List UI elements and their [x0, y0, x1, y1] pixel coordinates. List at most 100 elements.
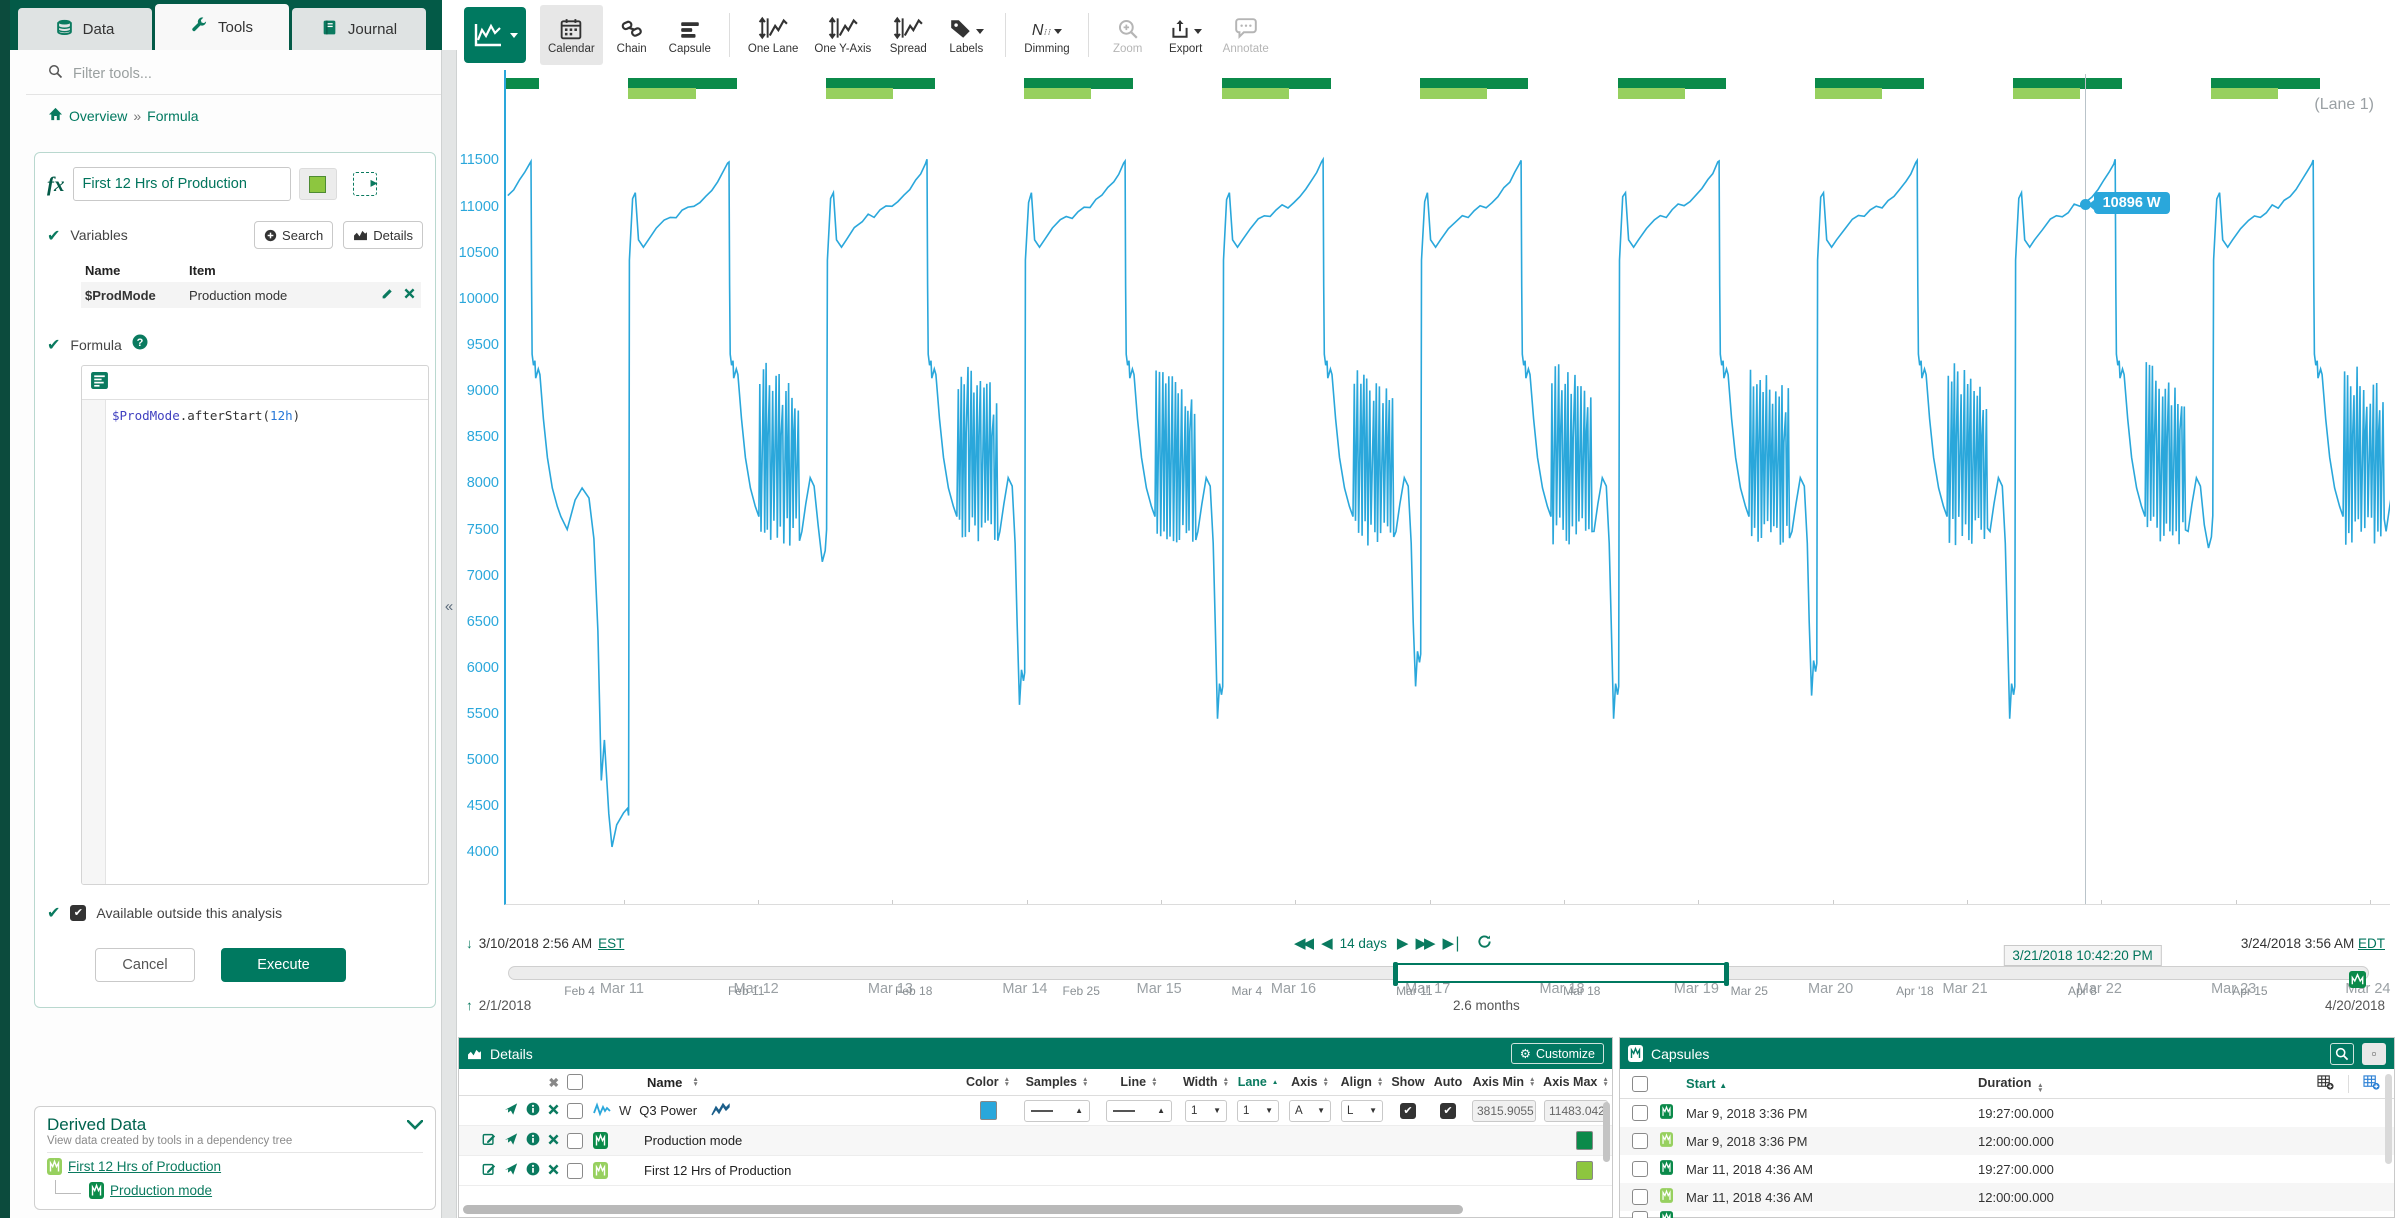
range-slider-track[interactable]: [508, 966, 2369, 980]
info-icon[interactable]: [526, 1132, 540, 1149]
toolbar-export-button[interactable]: Export: [1157, 5, 1215, 65]
samples-dropdown[interactable]: ▲: [1016, 1100, 1098, 1122]
details-col-axis-max[interactable]: Axis Max▲▼: [1540, 1075, 1612, 1089]
capsule-checkbox[interactable]: [1632, 1189, 1648, 1205]
details-col-lane[interactable]: Lane▲: [1232, 1075, 1284, 1089]
item-name[interactable]: Production mode: [587, 1132, 1556, 1149]
variables-search-button[interactable]: Search: [254, 221, 333, 249]
tab-journal[interactable]: Journal: [292, 8, 426, 50]
remove-item-icon[interactable]: [548, 1133, 559, 1148]
axis-select[interactable]: A▼: [1284, 1100, 1336, 1122]
end-timezone-link[interactable]: EDT: [2358, 936, 2385, 951]
color-swatch-button[interactable]: [299, 168, 337, 200]
auto-checkbox[interactable]: ✔: [1428, 1103, 1468, 1119]
formula-name-input[interactable]: [73, 167, 291, 201]
chart-area[interactable]: 1150011000105001000095009000850080007500…: [458, 70, 2395, 905]
capsules-vscrollbar[interactable]: [2385, 1074, 2392, 1164]
toolbar-labels-button[interactable]: Labels: [937, 5, 995, 65]
capsules-col-duration[interactable]: Duration ▲▼: [1978, 1075, 2238, 1093]
capsule-checkbox[interactable]: [1632, 1133, 1648, 1149]
tab-tools[interactable]: Tools: [155, 4, 289, 50]
line-dropdown[interactable]: ▲: [1098, 1100, 1180, 1122]
toolbar-one-lane-button[interactable]: One Lane: [740, 5, 807, 65]
display-range-start[interactable]: 3/10/2018 2:56 AM: [479, 936, 592, 951]
edit-variable-icon[interactable]: [381, 287, 394, 303]
axis-max-input[interactable]: 11483.042: [1540, 1100, 1612, 1122]
selection-right-handle[interactable]: [1724, 962, 1729, 986]
color-cell[interactable]: [1556, 1161, 1612, 1180]
capsules-col-start[interactable]: Start ▲: [1686, 1076, 1978, 1091]
add-column-icon[interactable]: [2317, 1075, 2349, 1093]
plot-region[interactable]: 10896 W (Lane 1): [504, 70, 2390, 905]
toolbar-calendar-button[interactable]: Calendar: [540, 5, 603, 65]
capsule-row[interactable]: Mar 11, 2018 4:36 AM19:27:00.000: [1620, 1155, 2394, 1183]
lane-select[interactable]: 1▼: [1232, 1100, 1284, 1122]
display-range-end[interactable]: 3/24/2018 3:56 AM: [2241, 936, 2354, 951]
info-icon[interactable]: [526, 1162, 540, 1179]
remove-variable-icon[interactable]: [404, 287, 415, 303]
axis-min-input[interactable]: 3815.9055: [1468, 1100, 1540, 1122]
cancel-button[interactable]: Cancel: [95, 948, 195, 982]
capsule-row[interactable]: Mar 11, 2018 4:36 AM12:00:00.000: [1620, 1183, 2394, 1211]
formula-editor[interactable]: $ProdMode.afterStart(12h): [81, 365, 429, 885]
toolbar-annotate-button[interactable]: Annotate: [1215, 5, 1277, 65]
width-select[interactable]: 1▼: [1180, 1100, 1232, 1122]
filter-tools-input[interactable]: [73, 66, 373, 82]
investigate-range-start[interactable]: 2/1/2018: [479, 998, 532, 1013]
help-icon[interactable]: ?: [132, 334, 148, 355]
step-to-end-button[interactable]: ▶❘: [1443, 934, 1461, 952]
details-vscrollbar[interactable]: [1603, 1102, 1610, 1162]
details-row[interactable]: WQ3 Power▲▲1▼1▼A▼L▼✔✔3815.905511483.042: [459, 1096, 1612, 1126]
toolbar-capsule-button[interactable]: Capsule: [661, 5, 719, 65]
capsule-row-partial[interactable]: [1620, 1211, 2394, 1218]
capsules-select-all[interactable]: [1632, 1076, 1648, 1092]
details-col-color[interactable]: Color▲▼: [960, 1075, 1016, 1089]
available-checkbox[interactable]: ✔: [70, 905, 86, 921]
details-col-align[interactable]: Align▲▼: [1336, 1075, 1388, 1089]
home-icon[interactable]: [48, 107, 63, 124]
toolbar-spread-button[interactable]: Spread: [879, 5, 937, 65]
chevron-down-icon[interactable]: [407, 1115, 423, 1135]
capsule-checkbox[interactable]: [1632, 1105, 1648, 1121]
customize-button[interactable]: ⚙ Customize: [1511, 1043, 1604, 1064]
toolbar-chain-button[interactable]: Chain: [603, 5, 661, 65]
step-back-fast-button[interactable]: ◀◀: [1294, 934, 1311, 952]
step-forward-fast-button[interactable]: ▶▶: [1415, 934, 1432, 952]
align-select[interactable]: L▼: [1336, 1100, 1388, 1122]
edit-item-icon[interactable]: [482, 1132, 496, 1149]
pin-icon[interactable]: [504, 1102, 518, 1119]
tab-data[interactable]: Data: [18, 8, 152, 50]
row-checkbox[interactable]: [567, 1103, 583, 1119]
remove-item-icon[interactable]: [548, 1163, 559, 1178]
pin-icon[interactable]: [504, 1162, 518, 1179]
range-duration-label[interactable]: 14 days: [1340, 936, 1387, 951]
toolbar-zoom-button[interactable]: Zoom: [1099, 5, 1157, 65]
details-col-show[interactable]: Show: [1388, 1075, 1428, 1089]
item-name[interactable]: First 12 Hrs of Production: [587, 1162, 1556, 1179]
formula-docs-icon[interactable]: [90, 371, 109, 395]
capsule-row[interactable]: Mar 9, 2018 3:36 PM12:00:00.000: [1620, 1127, 2394, 1155]
details-col-auto[interactable]: Auto: [1428, 1075, 1468, 1089]
info-icon[interactable]: [526, 1102, 540, 1119]
collapse-sidebar-icon[interactable]: «: [442, 598, 456, 615]
range-slider-selection[interactable]: [1394, 963, 1729, 983]
detach-tool-icon[interactable]: [353, 172, 377, 196]
investigate-start-arrow-icon[interactable]: ↑: [466, 998, 473, 1013]
step-back-button[interactable]: ◀: [1321, 934, 1330, 952]
range-start-arrow-icon[interactable]: ↓: [466, 936, 473, 951]
display-mode-button[interactable]: [464, 7, 526, 63]
step-forward-button[interactable]: ▶: [1397, 934, 1406, 952]
capsule-row[interactable]: Mar 9, 2018 3:36 PM19:27:00.000: [1620, 1099, 2394, 1127]
details-hscrollbar[interactable]: [463, 1205, 1463, 1214]
show-checkbox[interactable]: ✔: [1388, 1103, 1428, 1119]
remove-item-icon[interactable]: [548, 1103, 559, 1118]
derived-item-link[interactable]: First 12 Hrs of Production: [68, 1159, 221, 1174]
breadcrumb-overview-link[interactable]: Overview: [69, 108, 127, 124]
investigate-range-duration[interactable]: 2.6 months: [1453, 998, 1520, 1013]
capsules-collapse-button[interactable]: ▫: [2362, 1043, 2386, 1065]
row-checkbox[interactable]: [567, 1133, 583, 1149]
item-name[interactable]: WQ3 Power: [587, 1102, 960, 1120]
capsules-zoom-button[interactable]: [2330, 1043, 2354, 1065]
details-col-axis-min[interactable]: Axis Min▲▼: [1468, 1075, 1540, 1089]
color-cell[interactable]: [960, 1101, 1016, 1120]
